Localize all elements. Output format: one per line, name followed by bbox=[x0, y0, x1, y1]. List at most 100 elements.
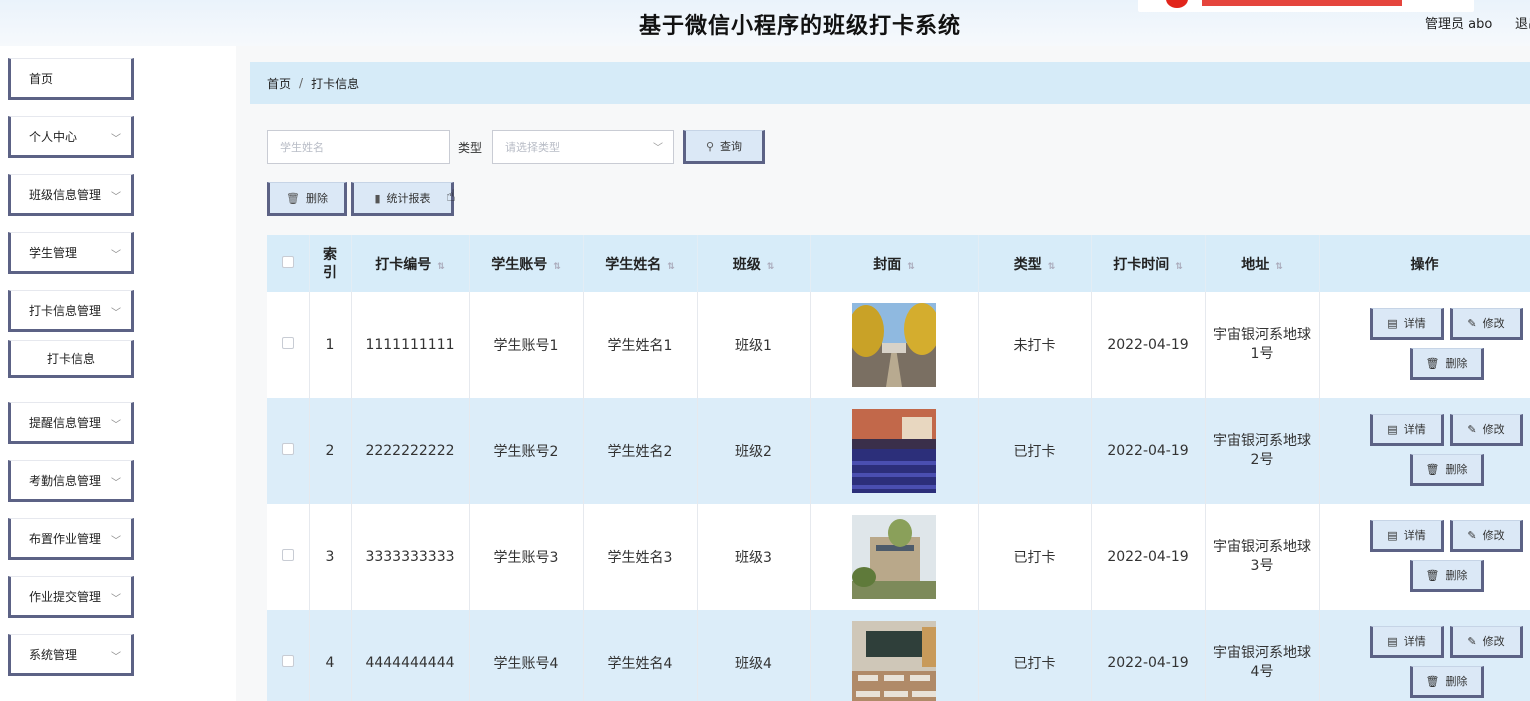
logout-link[interactable]: 退出 bbox=[1515, 13, 1530, 32]
chevron-down-icon: ﹀ bbox=[111, 536, 121, 547]
chevron-down-icon: ﹀ bbox=[111, 478, 121, 489]
cell-account: 学生账号4 bbox=[469, 610, 584, 701]
trash-icon: 🗑 bbox=[1425, 568, 1440, 582]
header-select-all[interactable] bbox=[267, 235, 310, 292]
sidebar-item-class-info[interactable]: 班级信息管理 ﹀ bbox=[8, 174, 134, 216]
chevron-down-icon: ﹀ bbox=[111, 652, 121, 663]
cell-type: 已打卡 bbox=[978, 398, 1092, 504]
row-checkbox[interactable] bbox=[281, 337, 294, 349]
sidebar-item-checkin-mgmt[interactable]: 打卡信息管理 ﹀ bbox=[8, 290, 134, 332]
chevron-down-icon: ﹀ bbox=[111, 134, 121, 145]
cell-class: 班级3 bbox=[697, 504, 811, 610]
sidebar-item-label: 系统管理 bbox=[29, 647, 78, 662]
edit-icon: ✎ bbox=[1467, 634, 1477, 648]
cell-account: 学生账号1 bbox=[469, 292, 584, 398]
sidebar-item-homework-submit[interactable]: 作业提交管理 ﹀ bbox=[8, 576, 134, 618]
checkin-table: 索 引 打卡编号 ⇅ 学生账号 ⇅ 学生姓名 ⇅ 班级 ⇅ 封面 ⇅ 类型 ⇅ 打卡时间 ⇅ … bbox=[267, 235, 1530, 701]
cell-account: 学生账号3 bbox=[469, 504, 584, 610]
edit-button[interactable]: ✎ 修改 bbox=[1449, 626, 1523, 658]
student-name-input[interactable] bbox=[267, 130, 450, 164]
chevron-down-icon: ﹀ bbox=[111, 308, 121, 319]
sort-icon: ⇅ bbox=[667, 261, 675, 272]
type-select[interactable] bbox=[492, 130, 674, 164]
sort-icon: ⇅ bbox=[907, 261, 915, 272]
select-all-checkbox[interactable] bbox=[281, 255, 294, 268]
cell-address: 宇宙银河系地球1号 bbox=[1205, 292, 1320, 398]
report-button[interactable]: ▮ 统计报表 bbox=[351, 182, 454, 216]
cell-index: 2 bbox=[309, 398, 352, 504]
header-checkin-no[interactable]: 打卡编号 ⇅ bbox=[351, 235, 470, 292]
edit-button[interactable]: ✎ 修改 bbox=[1449, 308, 1523, 340]
detail-button[interactable]: ▤ 详情 bbox=[1369, 520, 1444, 552]
cell-cover bbox=[810, 398, 979, 504]
header-type[interactable]: 类型 ⇅ bbox=[978, 235, 1092, 292]
cell-name: 学生姓名3 bbox=[583, 504, 698, 610]
header-class[interactable]: 班级 ⇅ bbox=[697, 235, 811, 292]
chevron-down-icon: ﹀ bbox=[653, 143, 663, 154]
row-delete-button[interactable]: 🗑 删除 bbox=[1409, 454, 1484, 486]
cell-actions: ▤ 详情 ✎ 修改 🗑 删除 bbox=[1319, 292, 1530, 398]
row-checkbox[interactable] bbox=[281, 655, 294, 667]
sort-icon: ⇅ bbox=[766, 261, 775, 272]
header-time[interactable]: 打卡时间 ⇅ bbox=[1091, 235, 1206, 292]
cell-index: 4 bbox=[309, 610, 352, 701]
row-delete-button[interactable]: 🗑 删除 bbox=[1409, 348, 1484, 380]
breadcrumb-separator: / bbox=[299, 76, 304, 90]
detail-icon: ▤ bbox=[1387, 316, 1398, 330]
trash-icon: 🗑 bbox=[1425, 356, 1440, 370]
cell-index: 3 bbox=[309, 504, 352, 610]
cell-address: 宇宙银河系地球4号 bbox=[1205, 610, 1320, 701]
row-delete-button[interactable]: 🗑 删除 bbox=[1409, 560, 1484, 592]
cover-image-campus[interactable] bbox=[852, 303, 936, 387]
sidebar-item-label: 打卡信息管理 bbox=[29, 303, 102, 318]
header-cover[interactable]: 封面 ⇅ bbox=[810, 235, 979, 292]
sidebar-item-students[interactable]: 学生管理 ﹀ bbox=[8, 232, 134, 274]
cell-time: 2022-04-19 bbox=[1091, 398, 1206, 504]
detail-button[interactable]: ▤ 详情 bbox=[1369, 308, 1444, 340]
cell-index: 1 bbox=[309, 292, 352, 398]
cell-cover bbox=[810, 610, 979, 701]
header-address[interactable]: 地址 ⇅ bbox=[1205, 235, 1320, 292]
row-delete-button[interactable]: 🗑 删除 bbox=[1409, 666, 1484, 698]
cell-checkin-no: 1111111111 bbox=[351, 292, 470, 398]
cover-image-auditorium[interactable] bbox=[852, 409, 936, 493]
chevron-down-icon: ﹀ bbox=[111, 420, 121, 431]
trash-icon: 🗑 bbox=[1425, 674, 1440, 688]
chevron-down-icon: ﹀ bbox=[111, 192, 121, 203]
row-checkbox[interactable] bbox=[281, 443, 294, 455]
cell-account: 学生账号2 bbox=[469, 398, 584, 504]
sidebar-item-reminders[interactable]: 提醒信息管理 ﹀ bbox=[8, 402, 134, 444]
cell-actions: ▤ 详情 ✎ 修改 🗑 删除 bbox=[1319, 398, 1530, 504]
bar-chart-icon: ▮ bbox=[374, 191, 381, 205]
cover-image-classroom[interactable] bbox=[852, 621, 936, 701]
query-button[interactable]: ⚲ 查询 bbox=[683, 130, 765, 164]
sort-icon: ⇅ bbox=[1175, 261, 1183, 272]
edit-icon: ✎ bbox=[1467, 528, 1477, 542]
detail-button[interactable]: ▤ 详情 bbox=[1369, 414, 1444, 446]
row-checkbox[interactable] bbox=[281, 549, 294, 561]
cell-type: 未打卡 bbox=[978, 292, 1092, 398]
detail-button[interactable]: ▤ 详情 bbox=[1369, 626, 1444, 658]
cell-address: 宇宙银河系地球2号 bbox=[1205, 398, 1320, 504]
cell-cover bbox=[810, 504, 979, 610]
sidebar-item-attendance[interactable]: 考勤信息管理 ﹀ bbox=[8, 460, 134, 502]
cell-time: 2022-04-19 bbox=[1091, 504, 1206, 610]
detail-icon: ▤ bbox=[1387, 634, 1398, 648]
cell-actions: ▤ 详情 ✎ 修改 🗑 删除 bbox=[1319, 504, 1530, 610]
edit-button[interactable]: ✎ 修改 bbox=[1449, 520, 1523, 552]
header-name[interactable]: 学生姓名 ⇅ bbox=[583, 235, 698, 292]
sidebar-item-system[interactable]: 系统管理 ﹀ bbox=[8, 634, 134, 676]
search-icon: ⚲ bbox=[705, 139, 715, 153]
sidebar-item-profile[interactable]: 个人中心 ﹀ bbox=[8, 116, 134, 158]
cover-image-building[interactable] bbox=[852, 515, 936, 599]
sidebar-item-label: 学生管理 bbox=[29, 245, 78, 260]
breadcrumb-home[interactable]: 首页 bbox=[267, 75, 291, 92]
edit-button[interactable]: ✎ 修改 bbox=[1449, 414, 1523, 446]
delete-button[interactable]: 🗑 删除 bbox=[267, 182, 347, 216]
sidebar-subitem-checkin-info[interactable]: 打卡信息 bbox=[8, 340, 134, 378]
header-account[interactable]: 学生账号 ⇅ bbox=[469, 235, 584, 292]
sidebar-item-home[interactable]: 首页 bbox=[8, 58, 134, 100]
header-index: 索 引 bbox=[309, 235, 352, 292]
cell-name: 学生姓名2 bbox=[583, 398, 698, 504]
sidebar-item-assign-homework[interactable]: 布置作业管理 ﹀ bbox=[8, 518, 134, 560]
